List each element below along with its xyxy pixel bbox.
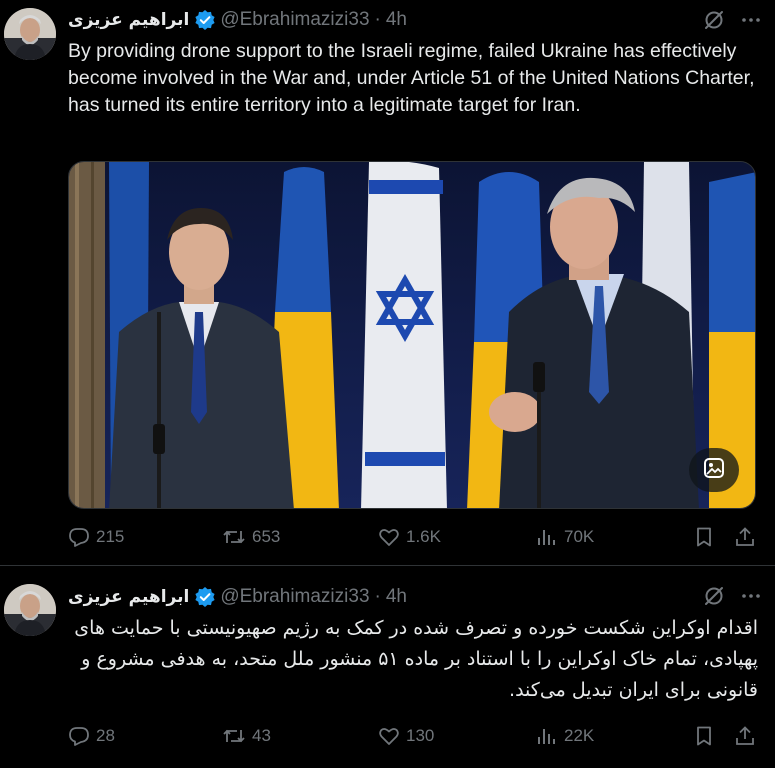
image-edit-icon: [703, 457, 725, 484]
like-count: 1.6K: [406, 527, 441, 546]
share-button[interactable]: [734, 522, 756, 552]
author-name[interactable]: ابراهیم عزیزی: [68, 587, 189, 607]
author-name[interactable]: ابراهیم عزیزی: [68, 10, 189, 30]
tweet[interactable]: ابراهیم عزیزی @Ebrahimazizi33 · 4h By pr: [0, 0, 775, 566]
share-icon: [734, 725, 756, 747]
more-icon[interactable]: [741, 586, 761, 606]
separator-dot: ·: [374, 586, 381, 607]
timestamp[interactable]: 4h: [386, 586, 407, 608]
reply-button[interactable]: 215: [68, 522, 124, 552]
separator-dot: ·: [374, 9, 381, 30]
views-button[interactable]: 22K: [536, 721, 594, 751]
tweet-header: ابراهیم عزیزی @Ebrahimazizi33 · 4h: [68, 584, 407, 610]
like-icon: [378, 526, 400, 548]
avatar[interactable]: [4, 8, 56, 60]
verified-badge-icon: [194, 586, 216, 608]
tweet-top-actions: [703, 585, 761, 607]
repost-button[interactable]: 653: [222, 522, 280, 552]
repost-button[interactable]: 43: [222, 721, 271, 751]
tweet-actions: 28 43 130 22K: [68, 721, 758, 751]
views-count: 70K: [564, 527, 595, 546]
author-handle[interactable]: @Ebrahimazizi33: [220, 586, 369, 608]
photo-leaders-with-flags: [69, 162, 755, 508]
share-icon: [734, 526, 756, 548]
tweet[interactable]: ابراهیم عزیزی @Ebrahimazizi33 · 4h اقدام: [0, 567, 775, 768]
like-count: 130: [406, 726, 435, 745]
reply-count: 215: [96, 527, 125, 546]
reply-button[interactable]: 28: [68, 721, 115, 751]
grok-icon[interactable]: [703, 9, 725, 31]
tweet-actions: 215 653 1.6K 70K: [68, 522, 758, 552]
tweet-header: ابراهیم عزیزی @Ebrahimazizi33 · 4h: [68, 7, 407, 33]
bookmark-button[interactable]: [693, 721, 715, 751]
bookmark-icon: [693, 725, 715, 747]
repost-count: 43: [252, 726, 271, 745]
tweet-divider: [0, 565, 775, 566]
grok-icon[interactable]: [703, 585, 725, 607]
timestamp[interactable]: 4h: [386, 9, 407, 31]
tweet-text: By providing drone support to the Israel…: [68, 40, 755, 116]
tweet-text: اقدام اوکراین شکست خورده و تصرف شده در ک…: [74, 617, 758, 701]
repost-icon: [222, 526, 246, 548]
views-icon: [536, 526, 558, 548]
author-handle[interactable]: @Ebrahimazizi33: [220, 9, 369, 31]
image-edit-button[interactable]: [689, 448, 739, 492]
verified-badge-icon: [194, 9, 216, 31]
views-button[interactable]: 70K: [536, 522, 594, 552]
like-button[interactable]: 130: [378, 721, 434, 751]
bookmark-button[interactable]: [693, 522, 715, 552]
tweet-top-actions: [703, 9, 761, 31]
tweet-media-image[interactable]: [68, 161, 756, 509]
like-button[interactable]: 1.6K: [378, 522, 441, 552]
reply-icon: [68, 725, 90, 747]
avatar[interactable]: [4, 584, 56, 636]
views-count: 22K: [564, 726, 595, 745]
reply-count: 28: [96, 726, 115, 745]
bookmark-icon: [693, 526, 715, 548]
like-icon: [378, 725, 400, 747]
more-icon[interactable]: [741, 10, 761, 30]
reply-icon: [68, 526, 90, 548]
repost-count: 653: [252, 527, 281, 546]
repost-icon: [222, 725, 246, 747]
share-button[interactable]: [734, 721, 756, 751]
views-icon: [536, 725, 558, 747]
